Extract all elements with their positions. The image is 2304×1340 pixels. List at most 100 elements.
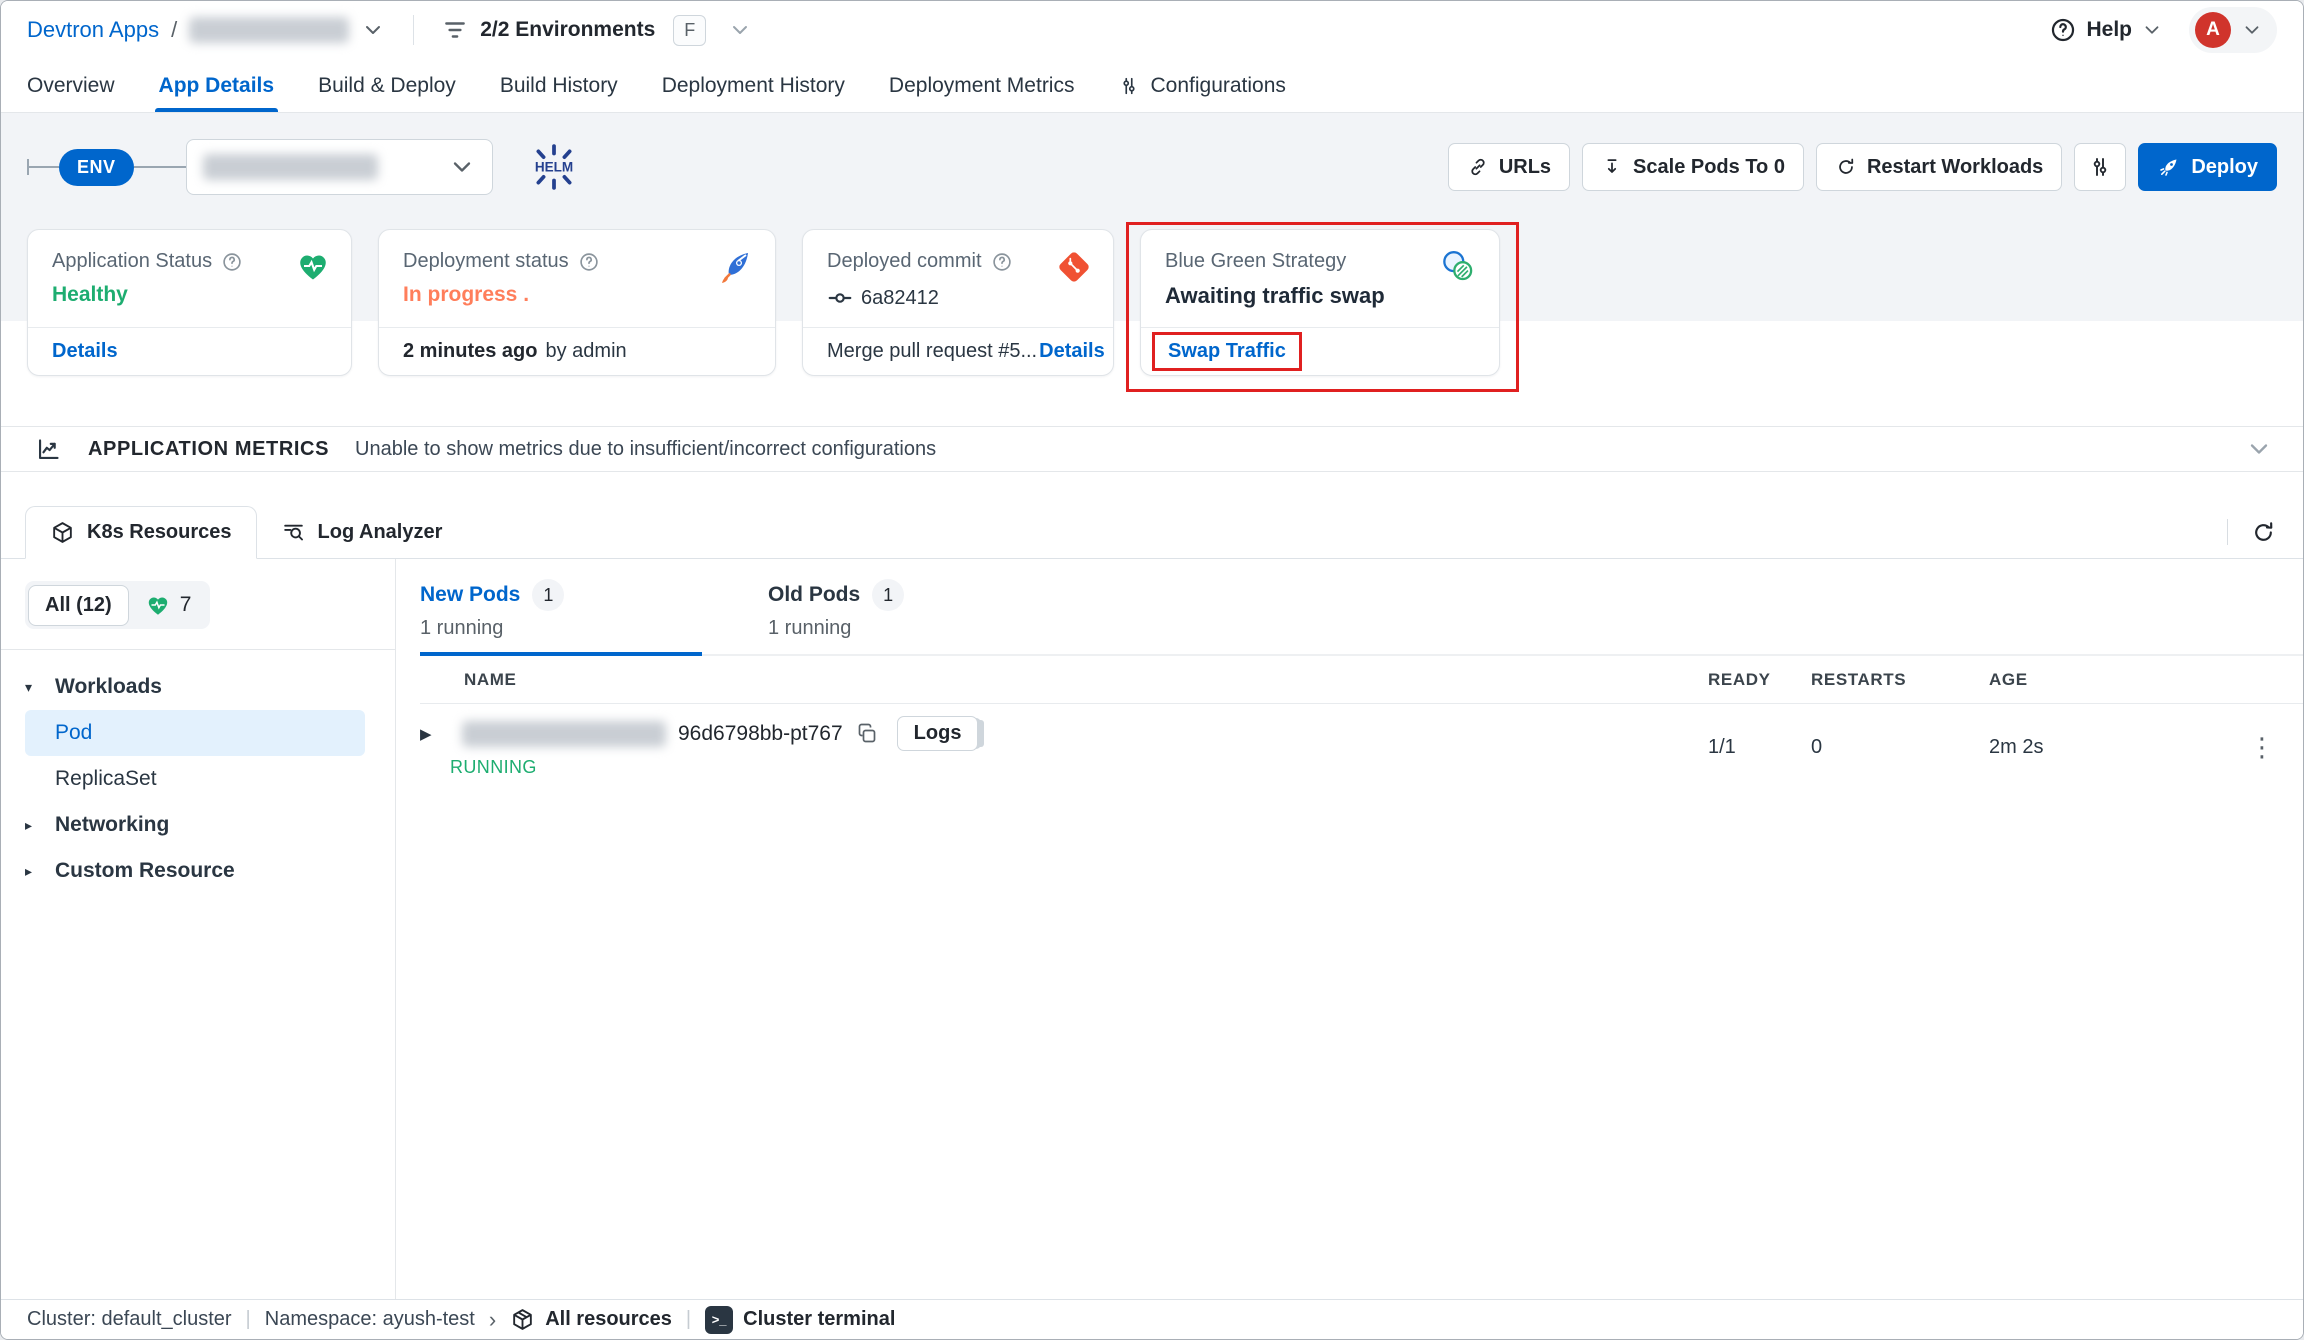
helm-logo-icon: HELM [529, 142, 579, 192]
help-menu[interactable]: Help [2049, 16, 2163, 44]
status-cards-row: Application Status Healthy Details Deplo… [27, 229, 2277, 376]
chevron-down-icon [448, 153, 476, 181]
tab-deployment-history[interactable]: Deployment History [662, 59, 845, 112]
breadcrumb: Devtron Apps / 2/2 Environments F [27, 15, 752, 46]
env-toolbar: URLs Scale Pods To 0 Restart Workloads D… [1448, 143, 2277, 191]
new-pods-running-label: 1 running [420, 617, 702, 640]
help-circle-icon [578, 251, 600, 273]
tab-deployment-metrics[interactable]: Deployment Metrics [889, 59, 1075, 112]
chevron-down-icon [728, 18, 752, 42]
tab-app-details[interactable]: App Details [159, 59, 275, 112]
deployment-status-card: Deployment status In progress . 2 minute… [378, 229, 776, 376]
app-switcher-chevron[interactable] [361, 18, 385, 42]
column-name: NAME [420, 670, 1708, 690]
pod-status-label: RUNNING [450, 757, 1708, 778]
metrics-message: Unable to show metrics due to insufficie… [355, 438, 936, 461]
deployment-status-value: In progress . [403, 283, 751, 307]
heart-pulse-icon [145, 592, 171, 618]
copy-button[interactable] [855, 722, 879, 746]
tree-node-workloads[interactable]: ▾ Workloads [25, 664, 379, 710]
metrics-expand-chevron[interactable] [2245, 435, 2273, 463]
strip-divider [2227, 519, 2228, 545]
resources-workspace: K8s Resources Log Analyzer All (12) [1, 472, 2303, 1339]
commit-details-link[interactable]: Details [1039, 340, 1105, 363]
refresh-button[interactable] [2250, 519, 2277, 546]
breadcrumb-devtron-apps-link[interactable]: Devtron Apps [27, 17, 159, 43]
link-icon [1467, 156, 1489, 178]
application-status-card: Application Status Healthy Details [27, 229, 352, 376]
column-restarts: RESTARTS [1811, 670, 1989, 690]
sliders-icon [2088, 155, 2112, 179]
tab-overview[interactable]: Overview [27, 59, 115, 112]
tree-node-networking[interactable]: ▸ Networking [25, 802, 379, 848]
tab-build-history[interactable]: Build History [500, 59, 618, 112]
tab-configurations[interactable]: Configurations [1118, 59, 1285, 112]
tab-log-analyzer[interactable]: Log Analyzer [257, 506, 467, 558]
deployed-commit-card: Deployed commit 6a82412 Merge pull reque… [802, 229, 1114, 376]
tab-old-pods[interactable]: Old Pods 1 1 running [768, 579, 1050, 654]
filter-lines-icon [442, 17, 468, 43]
urls-button[interactable]: URLs [1448, 143, 1570, 191]
tab-k8s-resources[interactable]: K8s Resources [25, 506, 257, 559]
tab-new-pods[interactable]: New Pods 1 1 running [420, 579, 702, 656]
filter-all-chip[interactable]: All (12) [28, 585, 129, 626]
swap-traffic-link[interactable]: Swap Traffic [1168, 340, 1286, 362]
blue-green-strategy-card: Blue Green Strategy Awaiting traffic swa… [1140, 229, 1500, 376]
sidebar-divider [1, 649, 395, 650]
pod-table-header: NAME READY RESTARTS AGE [420, 656, 2303, 704]
deployment-time: 2 minutes ago [403, 340, 537, 363]
filter-healthy-chip[interactable]: 7 [129, 584, 208, 626]
pod-generation-tabs: New Pods 1 1 running Old Pods 1 1 runnin… [420, 579, 2303, 656]
old-pods-count-badge: 1 [872, 579, 904, 611]
refresh-icon [2250, 519, 2277, 546]
environment-selector-row: ENV HELM URLs Scale Pods To 0 [27, 139, 2277, 195]
scale-pods-button[interactable]: Scale Pods To 0 [1582, 143, 1804, 191]
active-tab-underline [155, 108, 279, 112]
breadcrumb-separator: / [171, 17, 177, 43]
row-expand-caret[interactable]: ▶ [420, 725, 450, 743]
health-filter-group: All (12) 7 [25, 581, 210, 629]
row-menu-button[interactable]: ⋮ [2229, 732, 2303, 763]
logs-button[interactable]: Logs [897, 716, 979, 751]
pod-name: 96d6798bb-pt767 [678, 722, 843, 746]
svg-text:HELM: HELM [534, 160, 572, 175]
blue-green-value: Awaiting traffic swap [1165, 283, 1475, 309]
commit-hash: 6a82412 [861, 287, 939, 310]
tree-item-replicaset[interactable]: ReplicaSet [25, 756, 365, 802]
scale-down-arrow-icon [1601, 156, 1623, 178]
git-icon [1055, 248, 1093, 286]
resource-tab-strip: K8s Resources Log Analyzer [1, 506, 2303, 559]
user-menu[interactable]: A [2189, 7, 2277, 53]
tree-item-pod[interactable]: Pod [25, 710, 365, 756]
redacted-pod-name-prefix [462, 721, 666, 747]
cluster-label: Cluster: default_cluster [27, 1308, 232, 1331]
deploy-button[interactable]: Deploy [2138, 143, 2277, 191]
deployment-settings-button[interactable] [2074, 143, 2126, 191]
tab-build-deploy[interactable]: Build & Deploy [318, 59, 456, 112]
environments-chevron[interactable] [728, 18, 752, 42]
sliders-icon [1118, 75, 1140, 97]
all-resources-link[interactable]: All resources [510, 1307, 672, 1332]
pod-table-row: ▶ 96d6798bb-pt767 Logs RUNNING 1/1 0 2m … [420, 704, 2303, 790]
pod-ready-value: 1/1 [1708, 736, 1811, 759]
cluster-terminal-link[interactable]: >_ Cluster terminal [705, 1306, 895, 1334]
env-wire [29, 166, 59, 168]
top-header: Devtron Apps / 2/2 Environments F Help A [1, 1, 2303, 59]
tree-node-custom-resource[interactable]: ▸ Custom Resource [25, 848, 379, 894]
environment-dropdown[interactable] [186, 139, 493, 195]
statusbar-divider: | [686, 1308, 691, 1331]
cube-icon [50, 520, 75, 545]
help-circle-icon [221, 251, 243, 273]
statusbar-divider: | [246, 1308, 251, 1331]
restart-workloads-button[interactable]: Restart Workloads [1816, 143, 2062, 191]
chevron-down-icon [361, 18, 385, 42]
devtron-app-details-window: Devtron Apps / 2/2 Environments F Help A [0, 0, 2304, 1340]
blue-green-annotated-area: Blue Green Strategy Awaiting traffic swa… [1140, 229, 1500, 376]
caret-right-icon: ▸ [25, 817, 55, 834]
old-pods-running-label: 1 running [768, 617, 1050, 640]
strip-right-controls [2227, 506, 2277, 558]
commit-icon [827, 285, 853, 311]
application-status-title: Application Status [52, 250, 212, 273]
application-status-details-link[interactable]: Details [52, 340, 118, 363]
pod-age-value: 2m 2s [1989, 736, 2229, 759]
